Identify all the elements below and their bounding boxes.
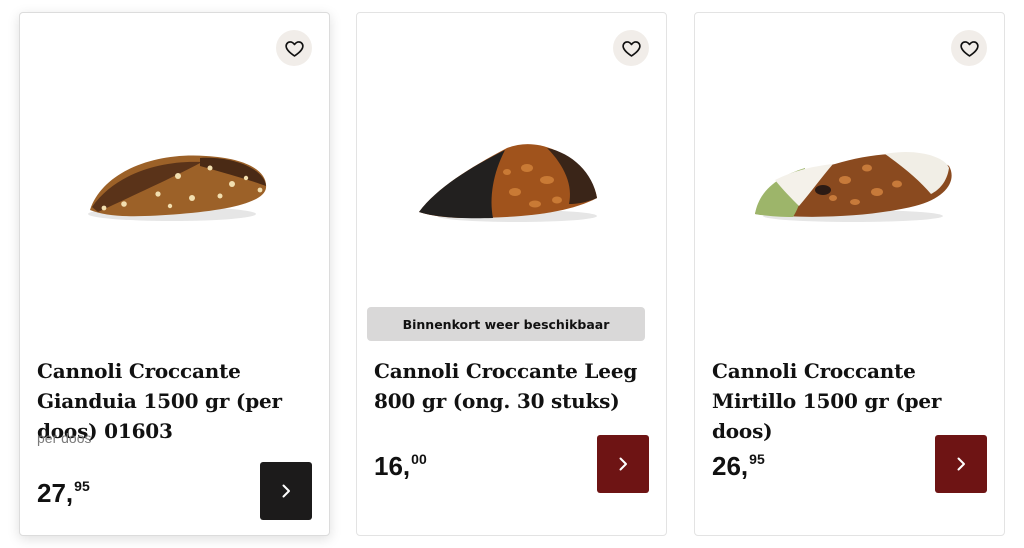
product-card[interactable]: Cannoli Croccante Mirtillo 1500 gr (per …	[694, 12, 1005, 536]
heart-outline-icon	[284, 40, 304, 57]
heart-outline-icon	[621, 40, 641, 57]
product-title[interactable]: Cannoli Croccante Leeg 800 gr (ong. 30 s…	[374, 356, 654, 416]
price: 16,00	[374, 451, 427, 482]
product-image[interactable]	[735, 118, 970, 238]
price: 27,95	[37, 478, 90, 509]
availability-notice: Binnenkort weer beschikbaar	[367, 307, 645, 341]
price-integer: 16,	[374, 451, 411, 481]
chevron-right-icon	[619, 457, 627, 471]
price-decimal: 00	[411, 451, 427, 467]
chevron-right-icon	[282, 484, 290, 498]
product-title[interactable]: Cannoli Croccante Mirtillo 1500 gr (per …	[712, 356, 992, 446]
product-card[interactable]: Binnenkort weer beschikbaar Cannoli Croc…	[356, 12, 667, 536]
view-product-button[interactable]	[935, 435, 987, 493]
product-image[interactable]	[397, 118, 632, 238]
favorite-button[interactable]	[613, 30, 649, 66]
view-product-button[interactable]	[597, 435, 649, 493]
price-integer: 27,	[37, 478, 74, 508]
price: 26,95	[712, 451, 765, 482]
product-image[interactable]	[60, 118, 295, 238]
unit-label: per doos	[37, 430, 92, 446]
view-product-button[interactable]	[260, 462, 312, 520]
product-card[interactable]: Cannoli Croccante Gianduia 1500 gr (per …	[19, 12, 330, 536]
price-integer: 26,	[712, 451, 749, 481]
favorite-button[interactable]	[951, 30, 987, 66]
price-decimal: 95	[74, 478, 90, 494]
price-decimal: 95	[749, 451, 765, 467]
chevron-right-icon	[957, 457, 965, 471]
favorite-button[interactable]	[276, 30, 312, 66]
heart-outline-icon	[959, 40, 979, 57]
